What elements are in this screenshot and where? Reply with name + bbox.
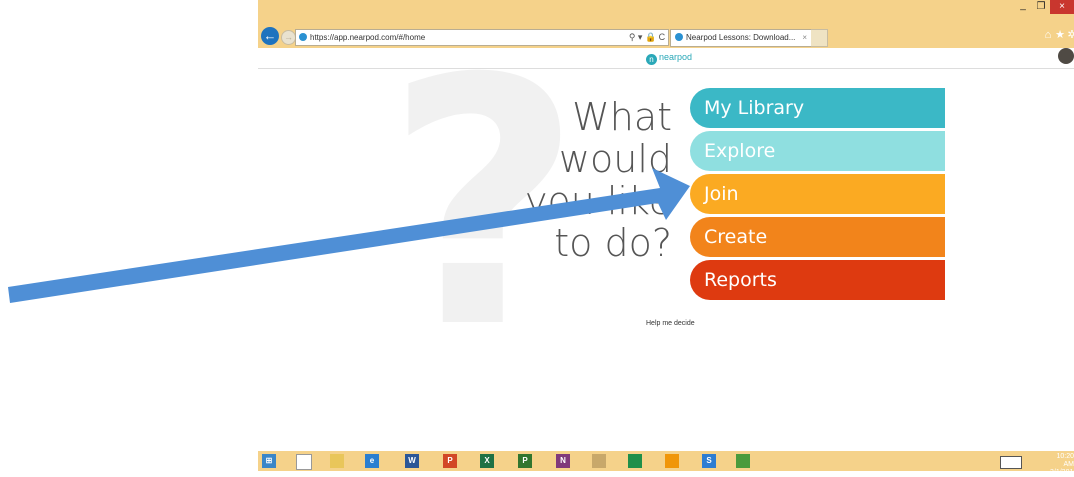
taskbar-app-green-icon[interactable] (628, 454, 642, 468)
clock-time: 10:20 AM (1056, 453, 1074, 468)
taskbar-file-explorer-icon[interactable] (330, 454, 344, 468)
taskbar-clock[interactable]: 10:20 AM 3/1/2016 (1050, 453, 1074, 477)
taskbar-start-icon[interactable]: ⊞ (262, 454, 276, 468)
taskbar-evernote-icon[interactable] (736, 454, 750, 468)
taskbar-sway-icon[interactable]: S (702, 454, 716, 468)
taskbar-paint-icon[interactable] (592, 454, 606, 468)
taskbar-powerpoint-icon[interactable]: P (443, 454, 457, 468)
annotation-arrow (8, 168, 690, 303)
taskbar-file-icon[interactable] (296, 454, 312, 470)
clock-date: 3/1/2016 (1050, 469, 1074, 476)
taskbar-onenote-icon[interactable]: N (556, 454, 570, 468)
annotation-arrow-shape (8, 168, 690, 303)
taskbar-store-icon[interactable] (665, 454, 679, 468)
keyboard-icon[interactable] (1000, 456, 1022, 469)
taskbar-excel-icon[interactable]: X (480, 454, 494, 468)
taskbar-internet-explorer-icon[interactable]: e (365, 454, 379, 468)
taskbar-project-icon[interactable]: P (518, 454, 532, 468)
taskbar-word-icon[interactable]: W (405, 454, 419, 468)
